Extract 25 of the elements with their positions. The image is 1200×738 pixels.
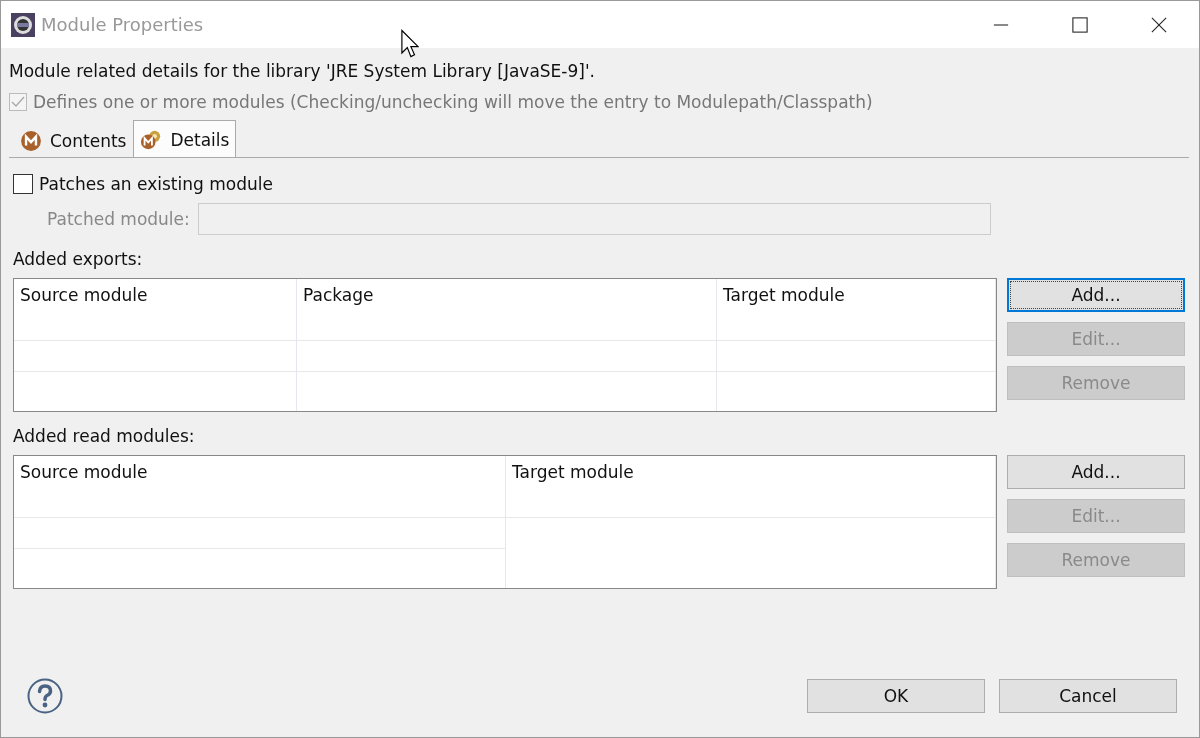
dialog-button[interactable]: OK [807, 679, 985, 713]
close-icon[interactable] [1151, 16, 1167, 33]
section-label: Added read modules: [13, 426, 195, 446]
help-icon[interactable] [27, 678, 63, 714]
tab[interactable]: Contents [13, 123, 134, 157]
module-icon [20, 130, 42, 152]
checkbox[interactable] [13, 174, 33, 194]
dialog-button[interactable]: Cancel [999, 679, 1177, 713]
side-button[interactable]: Add... [1007, 278, 1185, 312]
column-header[interactable]: Target module [723, 285, 845, 305]
side-button[interactable]: Add... [1007, 455, 1185, 489]
checkbox-label: Patches an existing module [39, 174, 273, 194]
description-text: Module related details for the library 'JRE System Library [JavaSE-9]'. [9, 61, 595, 81]
column-header[interactable]: Source module [20, 285, 148, 305]
section-label: Added exports: [13, 249, 143, 269]
app-icon [11, 12, 35, 37]
window-title: Module Properties [41, 14, 204, 35]
column-header[interactable]: Package [303, 285, 374, 305]
tab[interactable]: Details [133, 120, 237, 157]
field-label: Patched module: [47, 209, 190, 229]
maximize-icon[interactable] [1072, 16, 1088, 33]
checkbox-label: Defines one or more modules (Checking/unchecking will move the entry to Modulepath/Classpath) [33, 92, 873, 112]
module-gear-icon [140, 129, 163, 151]
column-header[interactable]: Source module [20, 462, 148, 482]
column-header[interactable]: Target module [512, 462, 634, 482]
